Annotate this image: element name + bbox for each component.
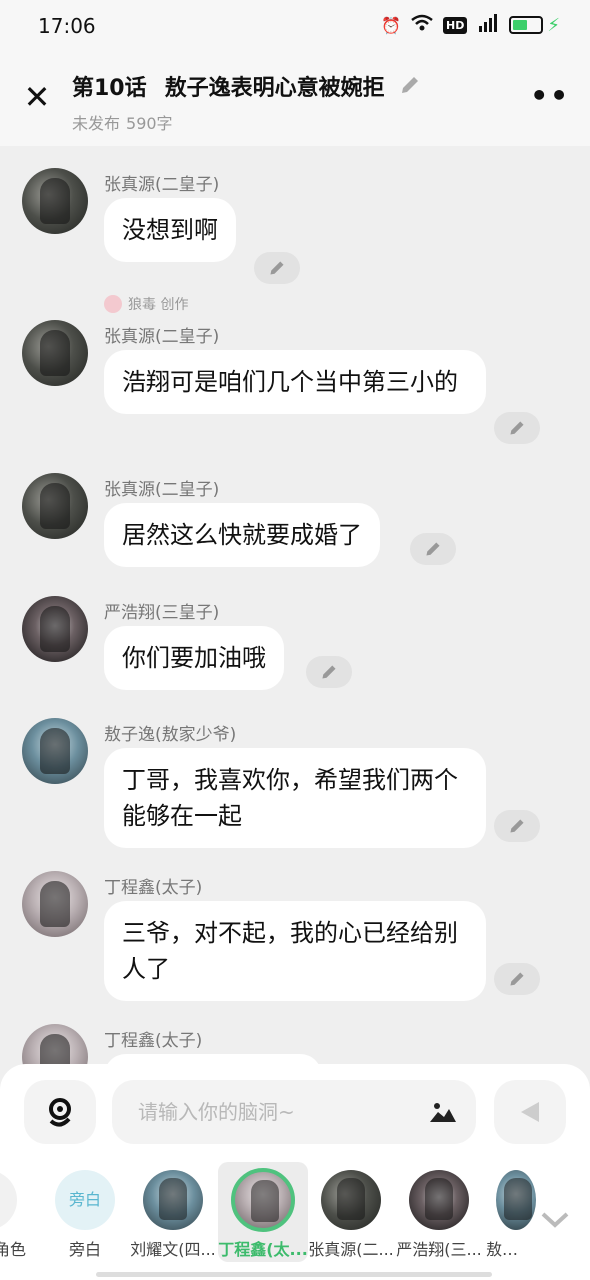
edit-message-button[interactable] xyxy=(410,533,456,565)
edit-message-button[interactable] xyxy=(254,252,300,284)
role-avatar xyxy=(231,1168,295,1232)
status-bar: 17:06 ⏰ HD ⚡ xyxy=(0,0,590,52)
role-item[interactable]: 刘耀文(四... xyxy=(128,1162,218,1262)
avatar[interactable] xyxy=(22,168,88,234)
status-icons: ⏰ HD ⚡ xyxy=(381,14,560,36)
role-item[interactable]: 张真源(二... xyxy=(306,1162,396,1262)
role-name: 旁白 xyxy=(68,1240,101,1259)
role-avatar xyxy=(496,1170,536,1230)
message-bubble[interactable]: 没想到啊 xyxy=(104,198,236,262)
edit-title-icon[interactable] xyxy=(399,74,423,98)
avatar[interactable] xyxy=(22,473,88,539)
close-button[interactable]: ✕ xyxy=(20,80,54,114)
role-item-selected[interactable]: 丁程鑫(太... xyxy=(218,1162,308,1262)
chapter-name: 敖子逸表明心意被婉拒 xyxy=(164,76,385,101)
avatar[interactable] xyxy=(22,1024,88,1066)
episode-label: 第10话 xyxy=(72,76,147,101)
message-bubble[interactable]: 丁哥，我喜欢你，希望我们两个能够在一起 xyxy=(104,748,486,848)
role-item[interactable]: 角色 xyxy=(0,1162,32,1262)
battery-icon xyxy=(509,16,544,34)
signal-4g-icon xyxy=(477,14,499,36)
edit-message-button[interactable] xyxy=(494,810,540,842)
role-name: 敖子逸 xyxy=(486,1240,530,1259)
role-item[interactable]: 旁白 旁白 xyxy=(40,1162,130,1262)
role-avatar xyxy=(409,1170,469,1230)
role-name: 刘耀文(四... xyxy=(130,1240,216,1259)
edit-message-button[interactable] xyxy=(494,963,540,995)
chapter-title-area: 第10话 敖子逸表明心意被婉拒 未发布 590字 xyxy=(72,70,423,134)
creator-text: 狼毒 创作 xyxy=(128,297,189,313)
speaker-name: 丁程鑫(太子) xyxy=(104,878,203,898)
message-bubble[interactable]: 三爷，对不起，我的心已经给别人了 xyxy=(104,901,486,1001)
composer-panel: 角色 旁白 旁白 刘耀文(四... 丁程鑫(太... 张真源(二... 严浩翔(… xyxy=(0,1064,590,1280)
story-input[interactable] xyxy=(112,1080,476,1144)
narrator-avatar: 旁白 xyxy=(55,1170,115,1230)
avatar[interactable] xyxy=(22,596,88,662)
chapter-title[interactable]: 第10话 敖子逸表明心意被婉拒 xyxy=(72,70,423,102)
speaker-name: 张真源(二皇子) xyxy=(104,175,220,195)
more-button[interactable]: •• xyxy=(530,82,570,110)
role-avatar xyxy=(143,1170,203,1230)
edit-message-button[interactable] xyxy=(306,656,352,688)
publish-status: 未发布 xyxy=(72,114,121,133)
speaker-name: 敖子逸(敖家少爷) xyxy=(104,725,237,745)
speaker-name: 张真源(二皇子) xyxy=(104,327,220,347)
message-bubble[interactable]: 你们要加油哦 xyxy=(104,626,284,690)
creator-avatar xyxy=(104,295,122,313)
voice-button[interactable] xyxy=(24,1080,96,1144)
hd-icon: HD xyxy=(443,16,468,34)
chat-list[interactable]: 张真源(二皇子) 没想到啊 狼毒 创作 张真源(二皇子) 浩翔可是咱们几个当中第… xyxy=(0,146,590,1066)
creator-credit: 狼毒 创作 xyxy=(104,294,188,314)
status-time: 17:06 xyxy=(38,14,96,38)
word-count: 590字 xyxy=(126,114,173,133)
chevron-down-icon[interactable] xyxy=(540,1206,570,1236)
speaker-name: 严浩翔(三皇子) xyxy=(104,603,220,623)
image-icon[interactable] xyxy=(428,1100,458,1124)
message-bubble[interactable]: 浩翔可是咱们几个当中第三小的 xyxy=(104,350,486,414)
role-name: 丁程鑫(太... xyxy=(218,1240,308,1259)
send-button[interactable] xyxy=(494,1080,566,1144)
wifi-icon xyxy=(411,14,433,36)
edit-message-button[interactable] xyxy=(494,412,540,444)
role-item[interactable]: 敖子逸 xyxy=(482,1162,536,1262)
role-avatar xyxy=(321,1170,381,1230)
charging-icon: ⚡ xyxy=(547,14,560,36)
avatar[interactable] xyxy=(22,871,88,937)
speaker-name: 张真源(二皇子) xyxy=(104,480,220,500)
role-picker[interactable]: 角色 旁白 旁白 刘耀文(四... 丁程鑫(太... 张真源(二... 严浩翔(… xyxy=(0,1162,590,1274)
role-item[interactable]: 严浩翔(三... xyxy=(394,1162,484,1262)
role-name: 严浩翔(三... xyxy=(396,1240,482,1259)
role-name: 张真源(二... xyxy=(308,1240,394,1259)
alarm-icon: ⏰ xyxy=(381,15,402,35)
message-bubble[interactable]: 居然这么快就要成婚了 xyxy=(104,503,380,567)
editor-header: ✕ 第10话 敖子逸表明心意被婉拒 未发布 590字 •• xyxy=(0,52,590,146)
avatar[interactable] xyxy=(22,718,88,784)
role-avatar xyxy=(0,1170,17,1230)
speaker-name: 丁程鑫(太子) xyxy=(104,1031,203,1051)
avatar[interactable] xyxy=(22,320,88,386)
chapter-meta: 未发布 590字 xyxy=(72,110,423,134)
home-indicator xyxy=(96,1272,492,1277)
role-name: 角色 xyxy=(0,1240,26,1259)
